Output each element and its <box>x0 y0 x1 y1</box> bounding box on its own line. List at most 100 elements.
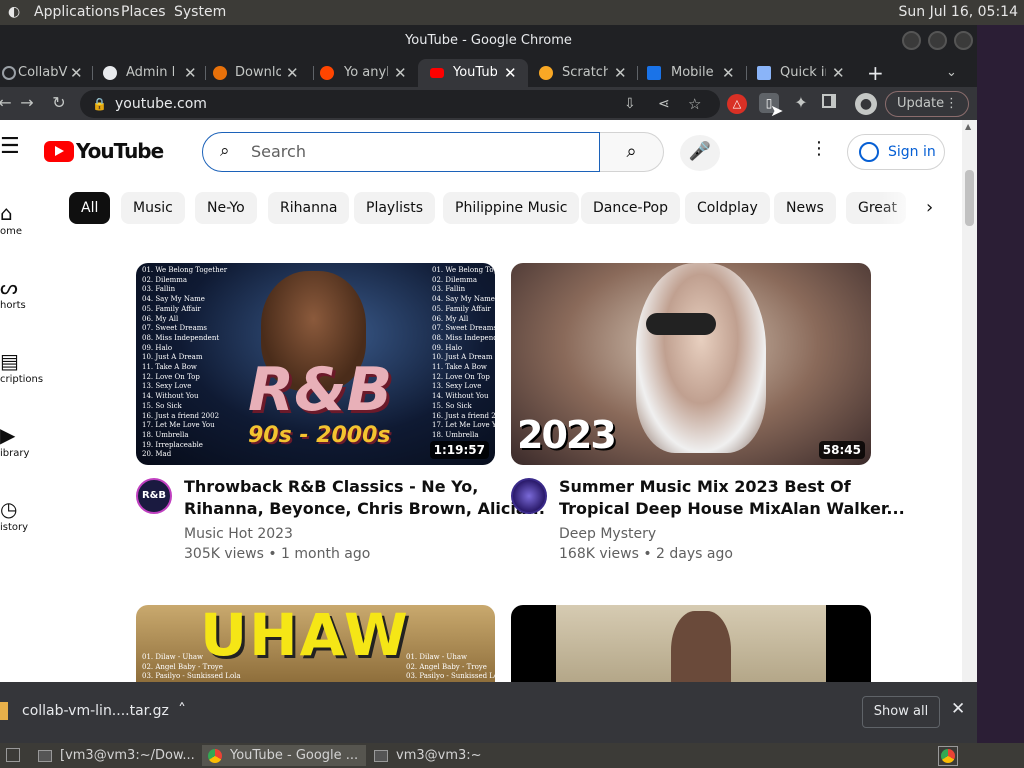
channel-name[interactable]: Deep Mystery <box>559 526 656 542</box>
back-arrow-icon[interactable]: ← <box>0 93 16 112</box>
settings-kebab-icon[interactable]: ⋮ <box>810 138 828 159</box>
tab-scratch[interactable]: Scratch ✕ <box>538 59 638 87</box>
tab-reddit[interactable]: Yo anyb ✕ <box>320 59 416 87</box>
tab-close-icon[interactable]: ✕ <box>184 59 197 87</box>
nav-home[interactable]: ⌂ ome <box>0 200 56 237</box>
chip-coldplay[interactable]: Coldplay <box>685 192 770 224</box>
hamburger-menu-icon[interactable]: ☰ <box>0 134 20 159</box>
show-all-button[interactable]: Show all <box>862 696 940 728</box>
extensions-puzzle-icon[interactable]: ✦ <box>790 93 812 112</box>
window-titlebar: YouTube - Google Chrome <box>0 25 977 56</box>
chip-philippine-music[interactable]: Philippine Music <box>443 192 580 224</box>
channel-name[interactable]: Music Hot 2023 <box>184 526 293 542</box>
sign-in-button[interactable]: Sign in <box>847 134 945 170</box>
search-input[interactable]: ⌕ Search <box>202 132 600 172</box>
home-icon: ⌂ <box>0 201 13 225</box>
video-title[interactable]: Summer Music Mix 2023 Best Of <box>559 476 851 498</box>
update-button[interactable]: Update ⋮ <box>885 91 969 117</box>
youtube-page: ☰ YouTube ⌕ Search ⌕ 🎤 ⋮ Sign in All Mus… <box>0 122 977 709</box>
scrollbar-thumb[interactable] <box>965 170 974 226</box>
tab-close-icon[interactable]: ✕ <box>722 59 735 87</box>
tab-close-icon[interactable]: ✕ <box>614 59 627 87</box>
search-icon: ⌕ <box>626 141 637 162</box>
minimize-button[interactable] <box>902 31 921 50</box>
channel-avatar[interactable]: R&B <box>136 478 172 514</box>
taskbar-chrome[interactable]: YouTube - Google ... <box>202 745 366 766</box>
maximize-button[interactable] <box>928 31 947 50</box>
tab-admin[interactable]: Admin I ✕ <box>100 59 202 87</box>
mobile-icon <box>647 66 661 80</box>
forward-arrow-icon[interactable]: → <box>16 93 38 112</box>
gnome-foot-icon[interactable]: ◐ <box>8 4 20 20</box>
nav-subscriptions[interactable]: ▤ criptions <box>0 348 56 385</box>
nav-history[interactable]: ◷ istory <box>0 496 56 533</box>
address-bar[interactable]: 🔒 youtube.com ⇩ ⋖ ☆ <box>80 90 720 118</box>
install-app-icon[interactable]: ⇩ <box>624 90 636 118</box>
video-thumbnail-summer-mix[interactable]: 2023 58:45 <box>511 263 871 465</box>
tab-mobile[interactable]: Mobile ✕ <box>646 59 746 87</box>
tab-close-icon[interactable]: ✕ <box>286 59 299 87</box>
nav-shorts[interactable]: ᔕ horts <box>0 274 56 311</box>
video-thumbnail-rnb[interactable]: 01. We Belong Together 02. Dilemma 03. F… <box>136 263 495 465</box>
profile-avatar-icon[interactable]: ● <box>855 93 877 115</box>
applications-menu[interactable]: Applications <box>34 4 120 20</box>
window-title: YouTube - Google Chrome <box>405 33 572 48</box>
url-text[interactable]: youtube.com <box>115 90 207 118</box>
places-menu[interactable]: Places <box>121 4 166 20</box>
nav-library[interactable]: ▶ ibrary <box>0 422 56 459</box>
browser-toolbar: ← → ↻ 🔒 youtube.com ⇩ ⋖ ☆ △ ▯ ➤ ✦ ● Upda… <box>0 87 977 120</box>
bookmark-star-icon[interactable]: ☆ <box>688 90 701 118</box>
download-chevron-up-icon[interactable]: ˄ <box>178 700 186 719</box>
new-tab-plus-icon[interactable]: + <box>867 59 887 87</box>
account-circle-icon <box>859 142 879 162</box>
hash-icon <box>2 66 16 80</box>
tab-download[interactable]: Downlo ✕ <box>212 59 308 87</box>
chips-next-chevron-icon[interactable]: › <box>926 197 933 218</box>
system-taskbar: [vm3@vm3:~/Dow... YouTube - Google ... v… <box>0 743 1024 768</box>
chip-playlists[interactable]: Playlists <box>354 192 436 224</box>
chip-rihanna[interactable]: Rihanna <box>268 192 350 224</box>
adblock-extension-icon[interactable]: △ <box>727 94 747 114</box>
taskbar-terminal-2[interactable]: vm3@vm3:~ <box>374 745 534 766</box>
side-panel-icon[interactable] <box>822 94 836 108</box>
library-icon: ▶ <box>0 423 16 447</box>
video-title[interactable]: Throwback R&B Classics - Ne Yo, <box>184 476 478 498</box>
chip-news[interactable]: News <box>774 192 836 224</box>
chip-dance-pop[interactable]: Dance-Pop <box>581 192 680 224</box>
reload-icon[interactable]: ↻ <box>48 93 70 112</box>
tab-quick[interactable]: Quick in ✕ <box>756 59 856 87</box>
tab-youtube[interactable]: YouTub ✕ <box>418 59 528 87</box>
close-download-shelf-icon[interactable]: ✕ <box>951 699 965 719</box>
search-button[interactable]: ⌕ <box>600 132 664 172</box>
share-icon[interactable]: ⋖ <box>658 90 670 118</box>
download-filename[interactable]: collab-vm-lin....tar.gz <box>22 703 169 719</box>
youtube-icon <box>430 68 444 78</box>
chrome-icon <box>941 749 955 763</box>
clock[interactable]: Sun Jul 16, 05:14 <box>899 4 1019 20</box>
chip-music[interactable]: Music <box>121 192 185 224</box>
search-icon: ⌕ <box>220 141 230 161</box>
chrome-window: YouTube - Google Chrome CollabV ✕ Admin … <box>0 25 977 743</box>
workspace-switcher[interactable] <box>938 746 958 766</box>
tab-close-icon[interactable]: ✕ <box>832 59 845 87</box>
tab-collabvm[interactable]: CollabV ✕ <box>0 59 88 87</box>
tab-close-icon[interactable]: ✕ <box>504 59 517 87</box>
video-title-line2[interactable]: Tropical Deep House MixAlan Walker... <box>559 498 905 520</box>
tab-search-chevron-icon[interactable]: ⌄ <box>946 59 962 87</box>
doc-icon <box>757 66 771 80</box>
tab-close-icon[interactable]: ✕ <box>70 59 83 87</box>
taskbar-terminal-1[interactable]: [vm3@vm3:~/Dow... <box>38 745 198 766</box>
tab-close-icon[interactable]: ✕ <box>394 59 407 87</box>
system-menu[interactable]: System <box>174 4 226 20</box>
chip-ne-yo[interactable]: Ne-Yo <box>195 192 257 224</box>
shorts-icon: ᔕ <box>0 275 18 299</box>
page-scrollbar[interactable]: ▲ ▼ <box>962 120 977 707</box>
chip-all[interactable]: All <box>69 192 111 224</box>
show-desktop-icon[interactable] <box>6 748 20 762</box>
channel-avatar[interactable] <box>511 478 547 514</box>
video-title-line2[interactable]: Rihanna, Beyonce, Chris Brown, Alicia... <box>184 498 545 520</box>
voice-search-button[interactable]: 🎤 <box>680 135 720 171</box>
kebab-menu-icon[interactable]: ⋮ <box>945 92 958 116</box>
scroll-up-arrow-icon[interactable]: ▲ <box>965 122 971 131</box>
close-window-button[interactable] <box>954 31 973 50</box>
